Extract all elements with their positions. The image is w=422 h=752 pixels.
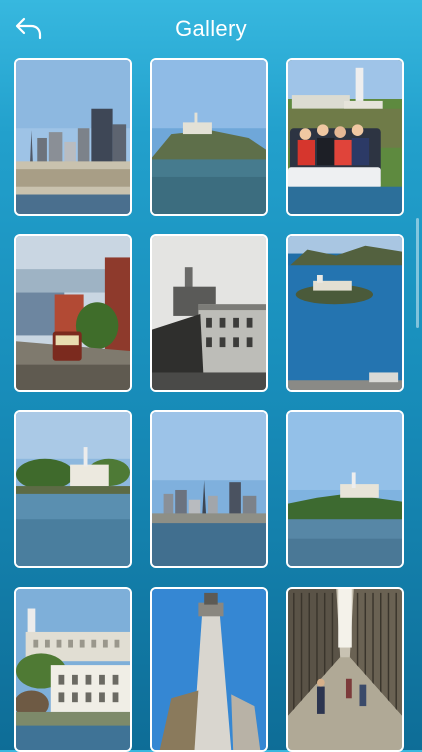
gallery-photo-cellblock-corridor[interactable] bbox=[286, 587, 404, 752]
gallery-photo-island-far[interactable] bbox=[150, 58, 268, 216]
gallery-photo-island-aerial[interactable] bbox=[286, 234, 404, 392]
gallery-photo-lighthouse-tower[interactable] bbox=[150, 587, 268, 752]
gallery-photo-island-lighthouse[interactable] bbox=[286, 410, 404, 568]
gallery-photo-cable-car-street[interactable] bbox=[14, 234, 132, 392]
gallery-photo-city-skyline[interactable] bbox=[14, 58, 132, 216]
gallery-grid bbox=[0, 0, 422, 752]
gallery-photo-skyline-across-water[interactable] bbox=[150, 410, 268, 568]
gallery-photo-island-shore[interactable] bbox=[14, 410, 132, 568]
gallery-photo-prison-building-bw[interactable] bbox=[150, 234, 268, 392]
scrollbar[interactable] bbox=[416, 218, 419, 328]
gallery-photo-prison-buildings-closeup[interactable] bbox=[14, 587, 132, 752]
gallery-photo-boat-tour[interactable] bbox=[286, 58, 404, 216]
